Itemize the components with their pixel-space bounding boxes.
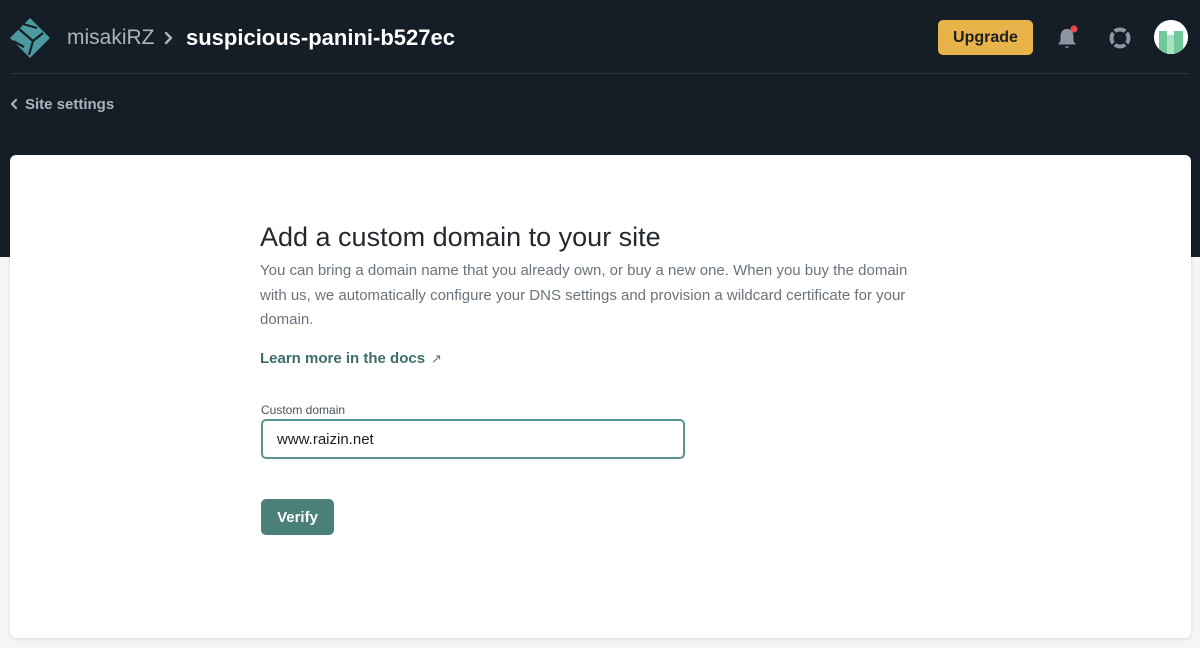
- learn-more-link[interactable]: Learn more in the docs ↗: [260, 349, 442, 369]
- external-link-icon: ↗: [431, 351, 442, 366]
- header-divider: [10, 73, 1190, 74]
- netlify-logo-icon[interactable]: [9, 17, 51, 59]
- chevron-right-icon: [164, 31, 173, 45]
- page-description: You can bring a domain name that you alr…: [260, 262, 908, 328]
- lifebuoy-help-icon[interactable]: [1107, 25, 1133, 51]
- breadcrumb-site[interactable]: suspicious-panini-b527ec: [186, 24, 455, 52]
- custom-domain-label: Custom domain: [261, 403, 346, 417]
- back-to-site-settings-link[interactable]: Site settings: [10, 94, 114, 114]
- upgrade-button[interactable]: Upgrade: [938, 20, 1033, 55]
- verify-button[interactable]: Verify: [261, 499, 334, 535]
- chevron-left-icon: [10, 98, 18, 110]
- custom-domain-input[interactable]: [261, 419, 685, 459]
- user-avatar[interactable]: [1154, 20, 1188, 54]
- notification-bell-icon[interactable]: [1055, 24, 1081, 52]
- learn-more-label: Learn more in the docs: [260, 350, 426, 367]
- avatar-image: [1154, 20, 1188, 54]
- top-header: misakiRZ suspicious-panini-b527ec Upgrad…: [0, 0, 1200, 74]
- breadcrumb-team[interactable]: misakiRZ: [67, 25, 155, 51]
- back-link-label: Site settings: [25, 95, 115, 113]
- page-title: Add a custom domain to your site: [260, 222, 661, 252]
